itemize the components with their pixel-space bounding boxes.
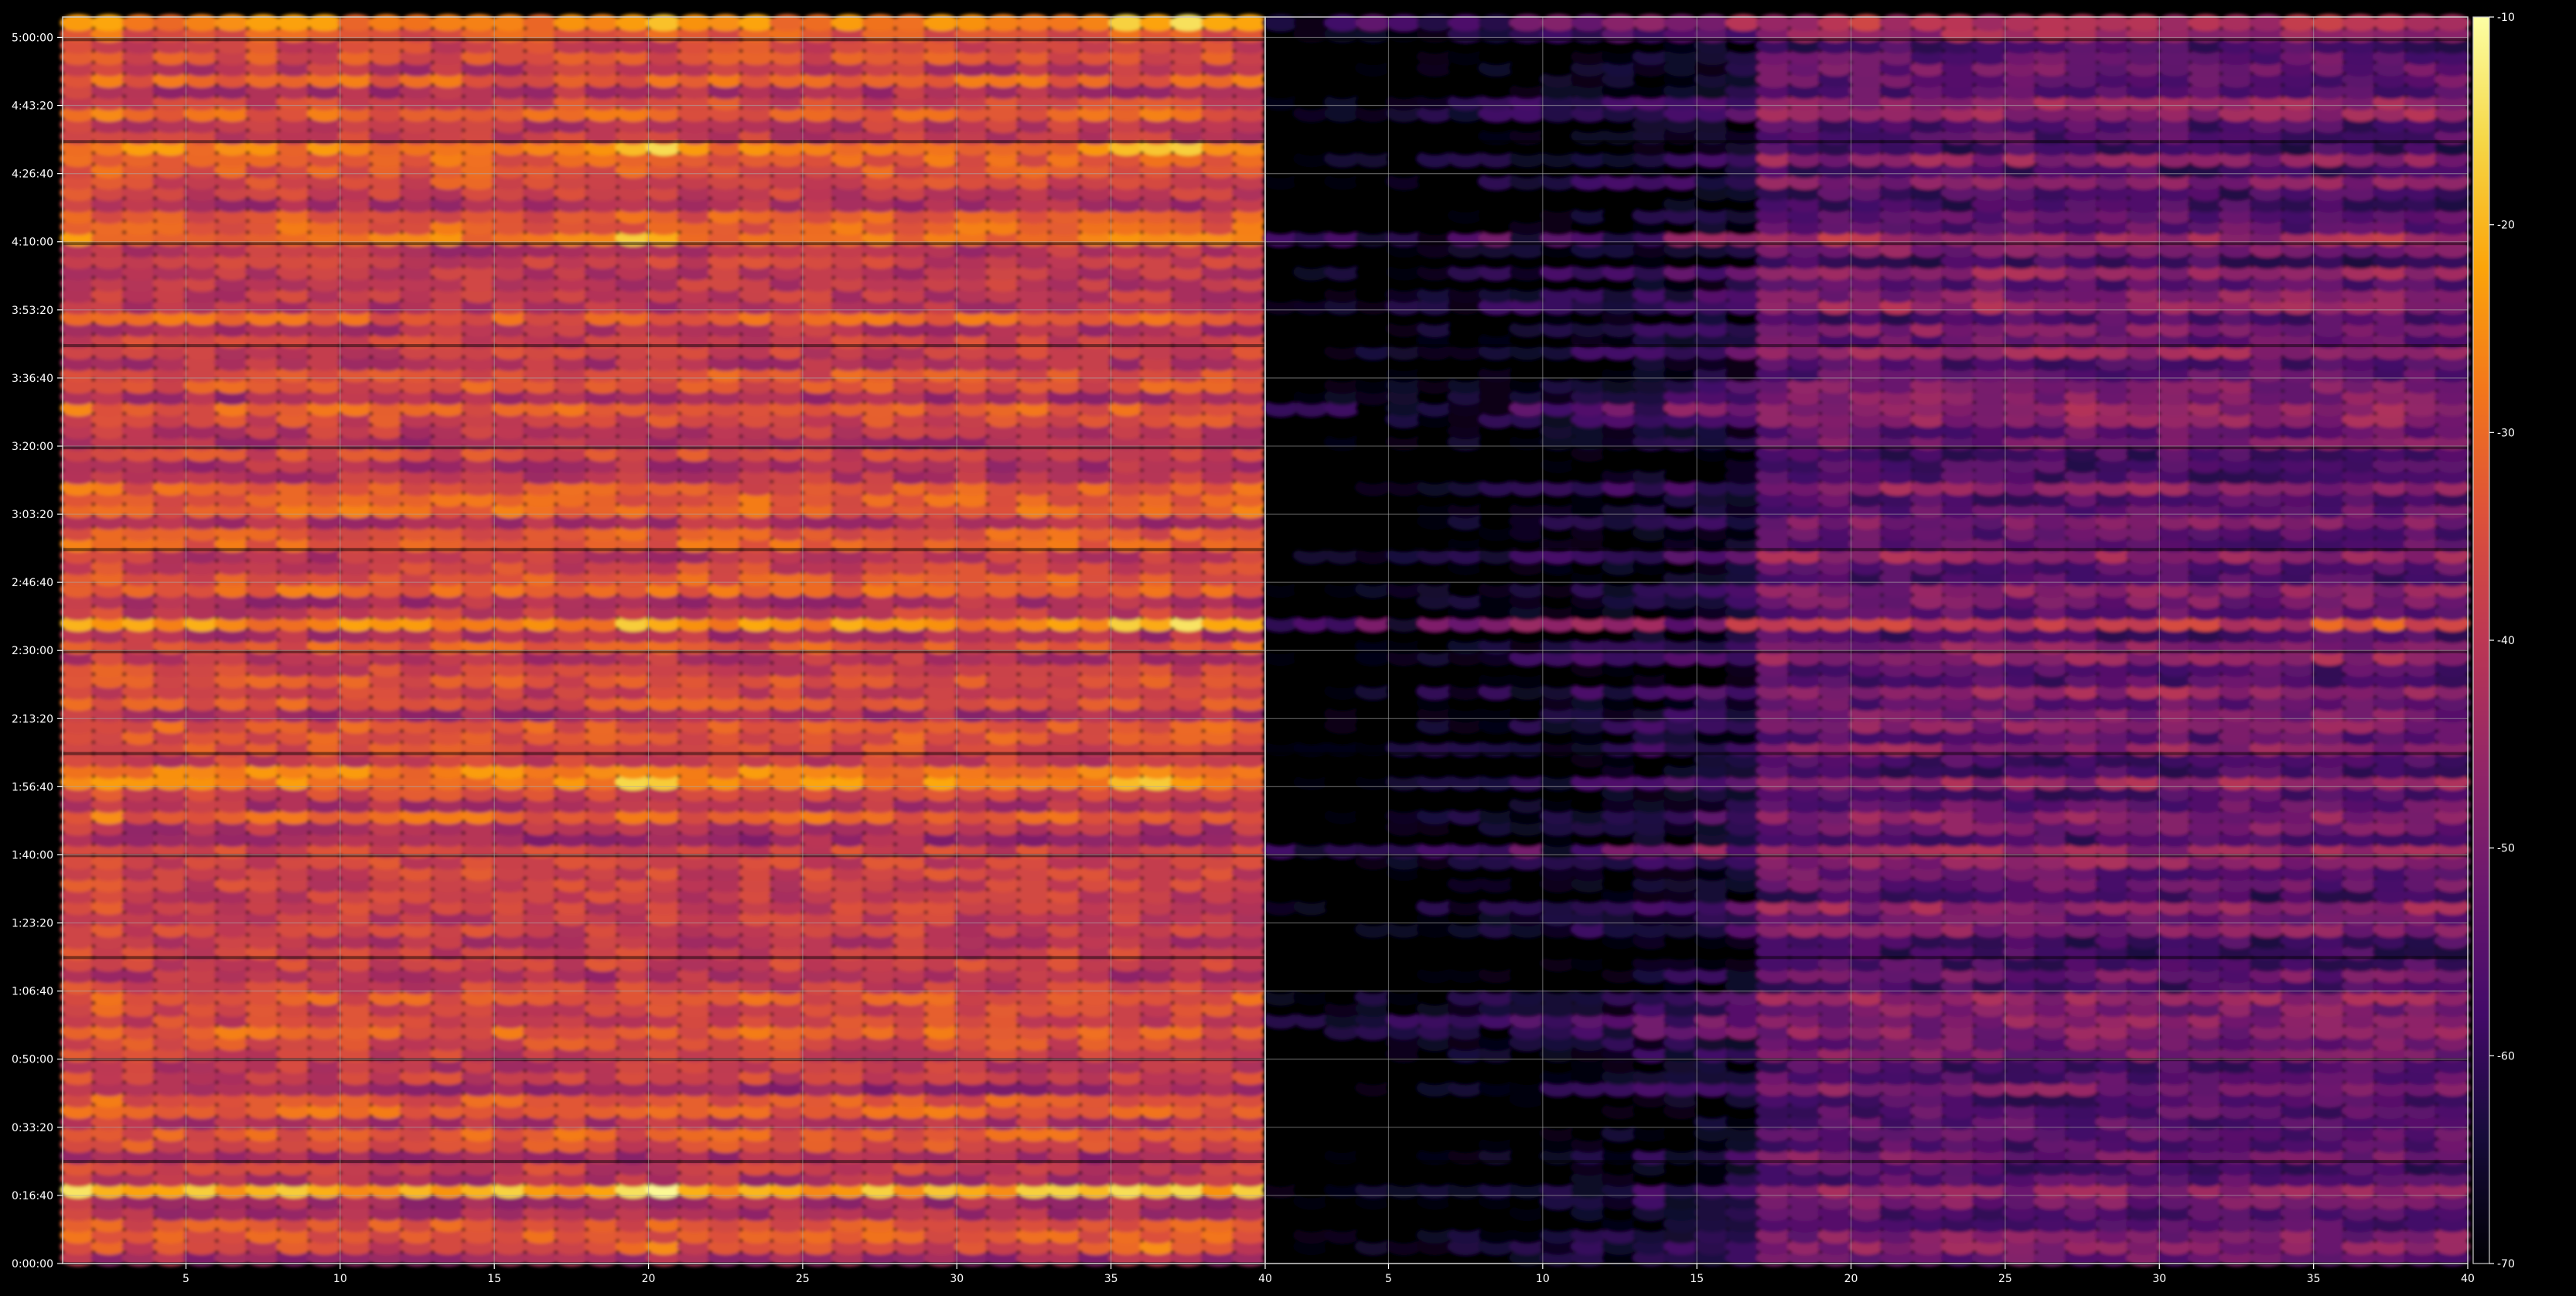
row-gap xyxy=(63,242,1265,246)
heatmap-figure: 5 10 15 20 25 30 35 40 0:00:00 0:16:40 0:33:20 0:50… xyxy=(0,0,2576,1293)
heatmap-cells xyxy=(60,14,1268,1267)
row-gap xyxy=(63,1160,1265,1164)
heatmap-cells xyxy=(1262,14,2471,1267)
row-gap xyxy=(63,547,1265,551)
row-gap xyxy=(63,38,1265,42)
row-gap xyxy=(63,140,1265,144)
chart-svg: 5 10 15 20 25 30 35 400:00:000:16:400:33:200:50… xyxy=(12,12,2515,1285)
row-gap xyxy=(63,752,1265,755)
row-gap xyxy=(63,344,1265,347)
row-gap xyxy=(63,956,1265,960)
